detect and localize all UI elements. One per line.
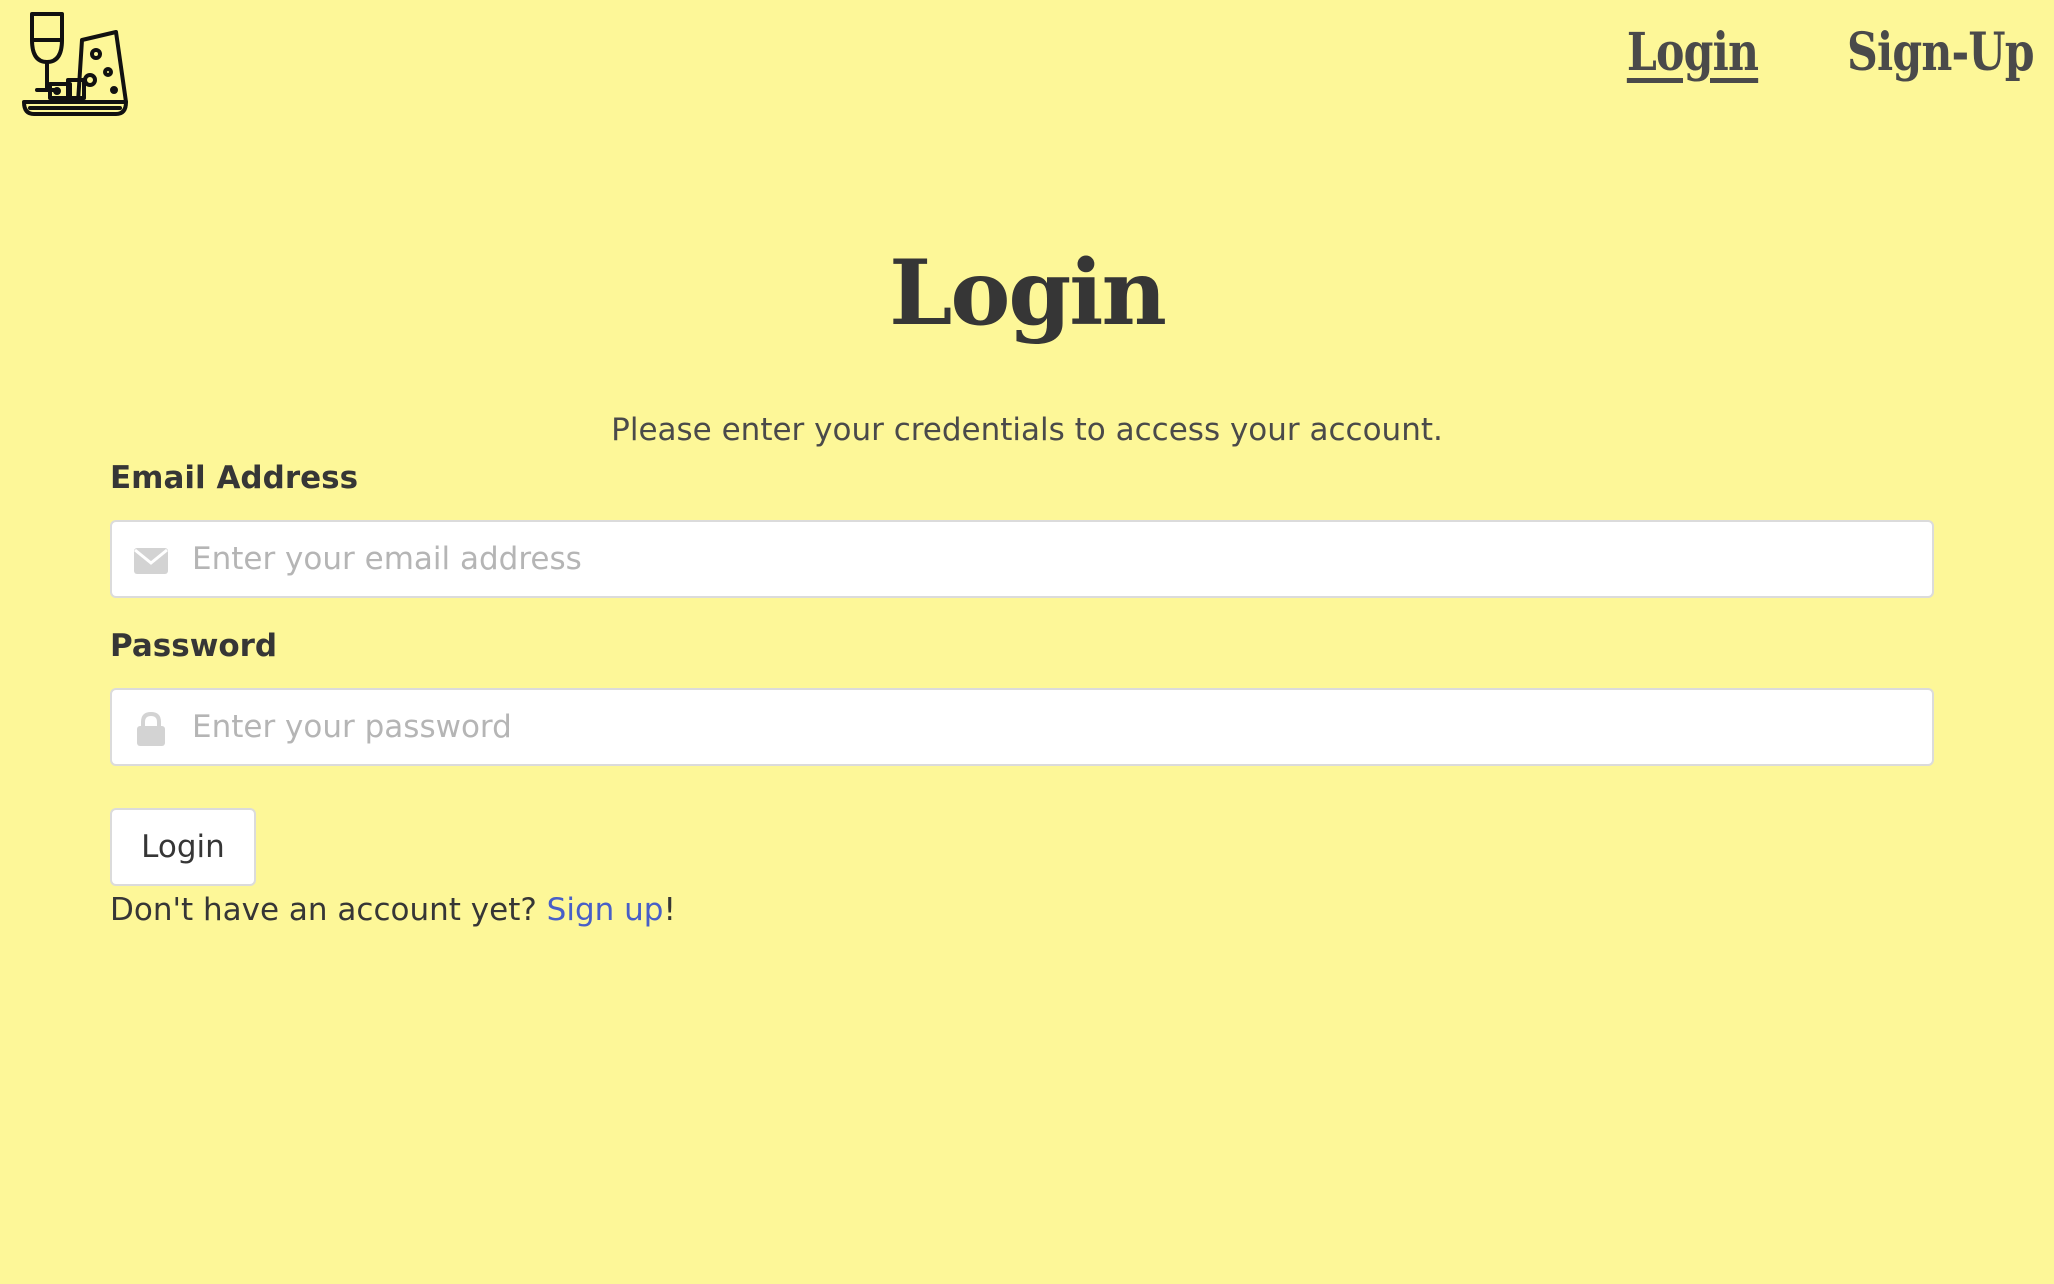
- signup-suffix: !: [663, 892, 676, 928]
- email-label: Email Address: [110, 460, 359, 496]
- wine-cheese-logo-icon[interactable]: [20, 10, 130, 120]
- nav-signup-link[interactable]: Sign-Up: [1847, 22, 2035, 83]
- signup-prompt: Don't have an account yet? Sign up!: [110, 892, 676, 928]
- signup-prompt-text: Don't have an account yet?: [110, 892, 547, 928]
- password-label: Password: [110, 628, 278, 664]
- navbar: Login Sign-Up: [0, 0, 2054, 130]
- lock-icon: [134, 712, 168, 746]
- page-title: Login: [889, 240, 1167, 346]
- envelope-icon: [134, 544, 168, 578]
- password-input[interactable]: [192, 690, 1922, 764]
- signup-link[interactable]: Sign up: [547, 892, 664, 928]
- email-input[interactable]: [192, 522, 1922, 596]
- page-subtitle: Please enter your credentials to access …: [611, 412, 1443, 448]
- nav-login-link[interactable]: Login: [1627, 22, 1759, 83]
- password-field-wrapper: [110, 688, 1934, 766]
- nav-links: Login Sign-Up: [1598, 22, 2035, 83]
- email-field-wrapper: [110, 520, 1934, 598]
- login-button[interactable]: Login: [110, 808, 256, 886]
